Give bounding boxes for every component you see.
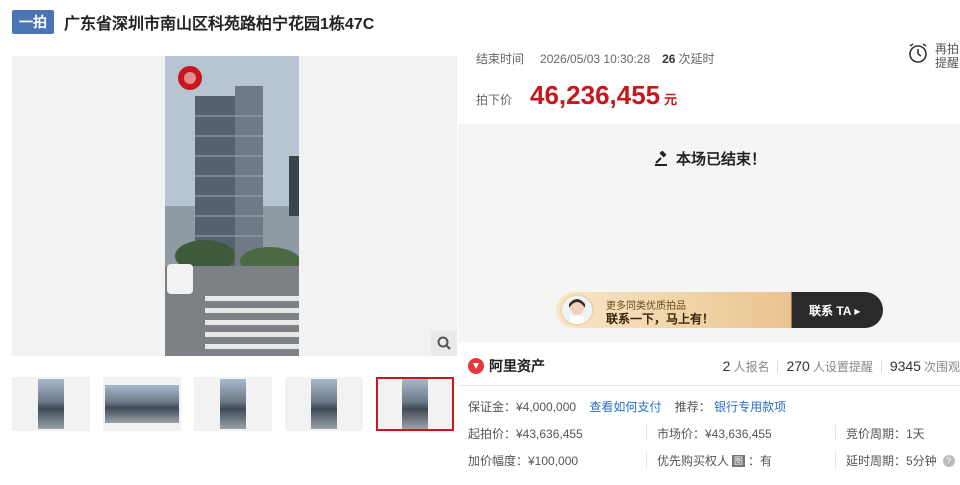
remind-line2: 提醒 bbox=[935, 56, 960, 70]
priority-label: 优先购买权人 bbox=[657, 454, 730, 468]
thumbnail-3[interactable] bbox=[194, 377, 272, 431]
thumbnail-2[interactable] bbox=[103, 377, 181, 431]
thumbnail-1[interactable] bbox=[12, 377, 90, 431]
platform-row: 阿里资产 2 人报名 270 人设置提醒 9345 次围观 bbox=[468, 355, 960, 377]
relist-reminder-button[interactable]: 再拍 提醒 bbox=[907, 42, 959, 70]
bidding-cycle: 竞价周期：1天 bbox=[846, 427, 925, 441]
deposit-amount: 保证金：¥4,000,000 bbox=[468, 400, 577, 414]
thumbnail-5[interactable] bbox=[376, 377, 454, 431]
magnifier-icon bbox=[437, 336, 451, 350]
price-label: 拍下价 bbox=[476, 93, 513, 107]
section-divider bbox=[458, 385, 960, 386]
gavel-icon bbox=[655, 150, 667, 166]
help-icon[interactable]: ? bbox=[942, 454, 955, 467]
remind-line1: 再拍 bbox=[935, 42, 960, 56]
ali-assets-logo-icon bbox=[468, 358, 484, 374]
signup-label: 人报名 bbox=[733, 359, 770, 374]
reminder-label: 人设置提醒 bbox=[812, 359, 873, 374]
deposit-row: 保证金：¥4,000,000 查看如何支付 推荐： 银行专用款项 bbox=[468, 398, 786, 415]
end-time-label: 结束时间 bbox=[476, 52, 525, 66]
thumbnail-strip bbox=[12, 377, 467, 431]
main-image-viewer[interactable] bbox=[12, 56, 457, 356]
delay-count: 26 bbox=[662, 51, 676, 66]
view-count: 9345 bbox=[889, 358, 921, 374]
reminder-count: 270 bbox=[786, 358, 810, 374]
thumbnail-4[interactable] bbox=[285, 377, 363, 431]
zoom-button[interactable] bbox=[431, 330, 457, 356]
recommend-label: 推荐： bbox=[674, 400, 711, 414]
final-price: 46,236,455 bbox=[530, 80, 661, 110]
view-label: 次围观 bbox=[923, 359, 960, 374]
banner-headline: 联系一下，马上有！ bbox=[606, 312, 715, 326]
how-to-pay-link[interactable]: 查看如何支付 bbox=[589, 400, 661, 414]
platform-name: 阿里资产 bbox=[489, 358, 545, 374]
bid-increment: 加价幅度：¥100,000 bbox=[468, 454, 579, 468]
delay-period-text: 延时周期：5分钟 bbox=[846, 454, 937, 468]
page-title: 广东省深圳市南山区科苑路柏宁花园1栋47C bbox=[64, 16, 375, 33]
market-price: 市场价：¥43,636,455 bbox=[657, 427, 772, 441]
price-unit: 元 bbox=[664, 92, 678, 107]
agent-avatar bbox=[560, 294, 594, 326]
end-time-value: 2026/05/03 10:30:28 bbox=[540, 51, 651, 66]
price-row: 拍下价 46,236,455 元 bbox=[476, 80, 677, 111]
bank-payment-link[interactable]: 银行专用款项 bbox=[714, 400, 786, 414]
title-row: 一拍 广东省深圳市南山区科苑路柏宁花园1栋47C bbox=[12, 10, 374, 34]
property-photo bbox=[165, 56, 299, 356]
alarm-clock-icon bbox=[909, 43, 927, 63]
signup-count: 2 bbox=[722, 358, 731, 374]
end-time-row: 结束时间 2026/05/03 10:30:28 26 次延时 bbox=[476, 50, 715, 67]
contact-button[interactable]: 联系 TA ▸ bbox=[809, 302, 860, 319]
delay-period: 延时周期：5分钟 ? bbox=[846, 452, 955, 469]
contact-banner[interactable]: 更多同类优质拍品 联系一下，马上有！ 联系 TA ▸ bbox=[556, 292, 883, 328]
priority-info-icon[interactable]: 图 bbox=[732, 454, 746, 467]
auction-stats: 2 人报名 270 人设置提醒 9345 次围观 bbox=[723, 355, 960, 377]
start-price: 起拍价：¥43,636,455 bbox=[468, 427, 583, 441]
priority-buyer: 优先购买权人 图 ：有 bbox=[657, 452, 772, 469]
auction-round-badge: 一拍 bbox=[12, 10, 54, 34]
auction-ended-message: 本场已结束！ bbox=[654, 148, 766, 169]
delay-label: 次延时 bbox=[678, 52, 715, 66]
priority-value: ：有 bbox=[748, 454, 773, 468]
status-text: 本场已结束！ bbox=[676, 151, 767, 168]
